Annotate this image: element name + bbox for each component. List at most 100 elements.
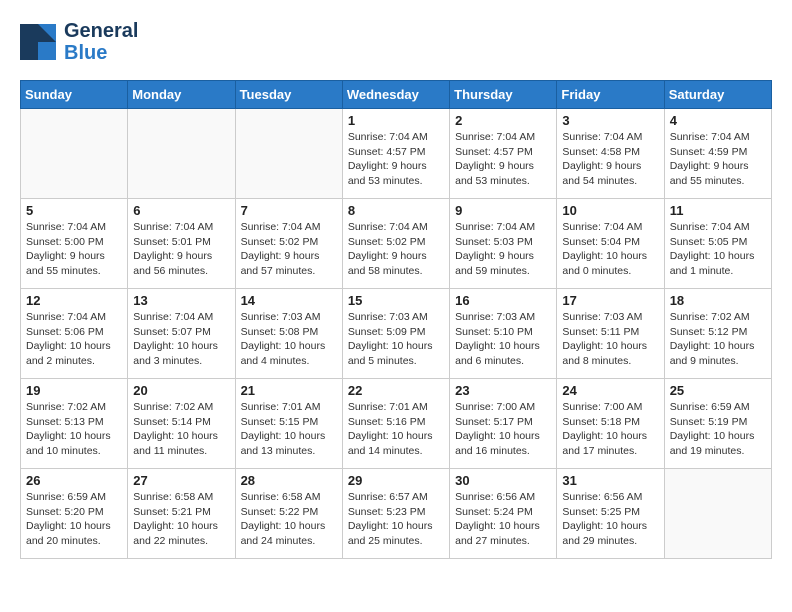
day-info: Sunrise: 7:04 AM Sunset: 5:07 PM Dayligh… <box>133 310 229 369</box>
day-number: 30 <box>455 473 551 488</box>
day-info: Sunrise: 6:57 AM Sunset: 5:23 PM Dayligh… <box>348 490 444 549</box>
empty-cell <box>128 109 235 199</box>
day-info: Sunrise: 7:04 AM Sunset: 5:00 PM Dayligh… <box>26 220 122 279</box>
weekday-header-saturday: Saturday <box>664 81 771 109</box>
day-number: 17 <box>562 293 658 308</box>
empty-cell <box>235 109 342 199</box>
day-number: 24 <box>562 383 658 398</box>
day-cell-25: 25 Sunrise: 6:59 AM Sunset: 5:19 PM Dayli… <box>664 379 771 469</box>
day-cell-31: 31Sunrise: 6:56 AM Sunset: 5:25 PM Dayli… <box>557 469 664 559</box>
day-info: Sunrise: 7:04 AM Sunset: 5:05 PM Dayligh… <box>670 220 766 279</box>
day-number: 23 <box>455 383 551 398</box>
day-number: 3 <box>562 113 658 128</box>
day-info: Sunrise: 7:00 AM Sunset: 5:18 PM Dayligh… <box>562 400 658 459</box>
day-number: 13 <box>133 293 229 308</box>
day-cell-19: 19 Sunrise: 7:02 AM Sunset: 5:13 PM Dayli… <box>21 379 128 469</box>
day-cell-2: 2 Sunrise: 7:04 AM Sunset: 4:57 PM Daylig… <box>450 109 557 199</box>
day-cell-29: 29 Sunrise: 6:57 AM Sunset: 5:23 PM Dayli… <box>342 469 449 559</box>
day-number: 12 <box>26 293 122 308</box>
weekday-header-sunday: Sunday <box>21 81 128 109</box>
day-number: 22 <box>348 383 444 398</box>
logo-general: General <box>64 20 138 42</box>
day-cell-18: 18 Sunrise: 7:02 AM Sunset: 5:12 PM Dayli… <box>664 289 771 379</box>
logo-icon <box>20 24 56 60</box>
week-row-4: 19 Sunrise: 7:02 AM Sunset: 5:13 PM Dayli… <box>21 379 772 469</box>
day-number: 4 <box>670 113 766 128</box>
day-cell-28: 28 Sunrise: 6:58 AM Sunset: 5:22 PM Dayli… <box>235 469 342 559</box>
empty-cell <box>21 109 128 199</box>
day-cell-5: 5 Sunrise: 7:04 AM Sunset: 5:00 PM Daylig… <box>21 199 128 289</box>
day-info: Sunrise: 7:04 AM Sunset: 4:57 PM Dayligh… <box>348 130 444 189</box>
day-cell-8: 8Sunrise: 7:04 AM Sunset: 5:02 PM Daylig… <box>342 199 449 289</box>
weekday-header-tuesday: Tuesday <box>235 81 342 109</box>
day-number: 11 <box>670 203 766 218</box>
day-info: Sunrise: 7:02 AM Sunset: 5:14 PM Dayligh… <box>133 400 229 459</box>
day-number: 9 <box>455 203 551 218</box>
day-number: 25 <box>670 383 766 398</box>
logo-blue: Blue <box>64 42 138 64</box>
day-number: 14 <box>241 293 337 308</box>
day-info: Sunrise: 6:58 AM Sunset: 5:22 PM Dayligh… <box>241 490 337 549</box>
day-cell-27: 27 Sunrise: 6:58 AM Sunset: 5:21 PM Dayli… <box>128 469 235 559</box>
calendar-table: SundayMondayTuesdayWednesdayThursdayFrid… <box>20 80 772 559</box>
day-info: Sunrise: 7:04 AM Sunset: 5:02 PM Dayligh… <box>348 220 444 279</box>
week-row-1: 1 Sunrise: 7:04 AM Sunset: 4:57 PM Daylig… <box>21 109 772 199</box>
day-info: Sunrise: 7:04 AM Sunset: 4:57 PM Dayligh… <box>455 130 551 189</box>
day-number: 7 <box>241 203 337 218</box>
day-cell-23: 23 Sunrise: 7:00 AM Sunset: 5:17 PM Dayli… <box>450 379 557 469</box>
day-cell-7: 7 Sunrise: 7:04 AM Sunset: 5:02 PM Daylig… <box>235 199 342 289</box>
day-info: Sunrise: 6:58 AM Sunset: 5:21 PM Dayligh… <box>133 490 229 549</box>
day-number: 21 <box>241 383 337 398</box>
day-info: Sunrise: 7:04 AM Sunset: 5:02 PM Dayligh… <box>241 220 337 279</box>
day-number: 27 <box>133 473 229 488</box>
day-info: Sunrise: 7:04 AM Sunset: 5:03 PM Dayligh… <box>455 220 551 279</box>
page-header: General Blue <box>20 20 772 64</box>
day-cell-4: 4 Sunrise: 7:04 AM Sunset: 4:59 PM Daylig… <box>664 109 771 199</box>
day-info: Sunrise: 7:00 AM Sunset: 5:17 PM Dayligh… <box>455 400 551 459</box>
day-info: Sunrise: 6:56 AM Sunset: 5:24 PM Dayligh… <box>455 490 551 549</box>
day-cell-20: 20 Sunrise: 7:02 AM Sunset: 5:14 PM Dayli… <box>128 379 235 469</box>
day-number: 15 <box>348 293 444 308</box>
day-info: Sunrise: 7:02 AM Sunset: 5:13 PM Dayligh… <box>26 400 122 459</box>
day-number: 18 <box>670 293 766 308</box>
weekday-header-thursday: Thursday <box>450 81 557 109</box>
day-number: 10 <box>562 203 658 218</box>
day-cell-22: 22Sunrise: 7:01 AM Sunset: 5:16 PM Dayli… <box>342 379 449 469</box>
day-number: 26 <box>26 473 122 488</box>
week-row-3: 12Sunrise: 7:04 AM Sunset: 5:06 PM Dayli… <box>21 289 772 379</box>
week-row-2: 5 Sunrise: 7:04 AM Sunset: 5:00 PM Daylig… <box>21 199 772 289</box>
day-cell-11: 11 Sunrise: 7:04 AM Sunset: 5:05 PM Dayli… <box>664 199 771 289</box>
day-info: Sunrise: 7:01 AM Sunset: 5:15 PM Dayligh… <box>241 400 337 459</box>
empty-cell <box>664 469 771 559</box>
day-info: Sunrise: 6:59 AM Sunset: 5:19 PM Dayligh… <box>670 400 766 459</box>
day-info: Sunrise: 6:56 AM Sunset: 5:25 PM Dayligh… <box>562 490 658 549</box>
day-cell-10: 10 Sunrise: 7:04 AM Sunset: 5:04 PM Dayli… <box>557 199 664 289</box>
day-info: Sunrise: 6:59 AM Sunset: 5:20 PM Dayligh… <box>26 490 122 549</box>
day-info: Sunrise: 7:03 AM Sunset: 5:11 PM Dayligh… <box>562 310 658 369</box>
weekday-header-monday: Monday <box>128 81 235 109</box>
day-info: Sunrise: 7:04 AM Sunset: 4:59 PM Dayligh… <box>670 130 766 189</box>
day-info: Sunrise: 7:04 AM Sunset: 5:04 PM Dayligh… <box>562 220 658 279</box>
day-cell-16: 16Sunrise: 7:03 AM Sunset: 5:10 PM Dayli… <box>450 289 557 379</box>
day-info: Sunrise: 7:03 AM Sunset: 5:08 PM Dayligh… <box>241 310 337 369</box>
day-cell-13: 13 Sunrise: 7:04 AM Sunset: 5:07 PM Dayli… <box>128 289 235 379</box>
day-info: Sunrise: 7:02 AM Sunset: 5:12 PM Dayligh… <box>670 310 766 369</box>
day-number: 5 <box>26 203 122 218</box>
day-number: 1 <box>348 113 444 128</box>
day-number: 28 <box>241 473 337 488</box>
day-info: Sunrise: 7:04 AM Sunset: 4:58 PM Dayligh… <box>562 130 658 189</box>
day-cell-15: 15Sunrise: 7:03 AM Sunset: 5:09 PM Dayli… <box>342 289 449 379</box>
day-cell-30: 30 Sunrise: 6:56 AM Sunset: 5:24 PM Dayli… <box>450 469 557 559</box>
day-cell-12: 12Sunrise: 7:04 AM Sunset: 5:06 PM Dayli… <box>21 289 128 379</box>
day-number: 2 <box>455 113 551 128</box>
day-number: 29 <box>348 473 444 488</box>
day-cell-3: 3 Sunrise: 7:04 AM Sunset: 4:58 PM Daylig… <box>557 109 664 199</box>
day-number: 20 <box>133 383 229 398</box>
weekday-header-wednesday: Wednesday <box>342 81 449 109</box>
day-info: Sunrise: 7:04 AM Sunset: 5:01 PM Dayligh… <box>133 220 229 279</box>
day-cell-1: 1 Sunrise: 7:04 AM Sunset: 4:57 PM Daylig… <box>342 109 449 199</box>
day-cell-9: 9 Sunrise: 7:04 AM Sunset: 5:03 PM Daylig… <box>450 199 557 289</box>
day-number: 19 <box>26 383 122 398</box>
day-number: 6 <box>133 203 229 218</box>
day-cell-17: 17 Sunrise: 7:03 AM Sunset: 5:11 PM Dayli… <box>557 289 664 379</box>
